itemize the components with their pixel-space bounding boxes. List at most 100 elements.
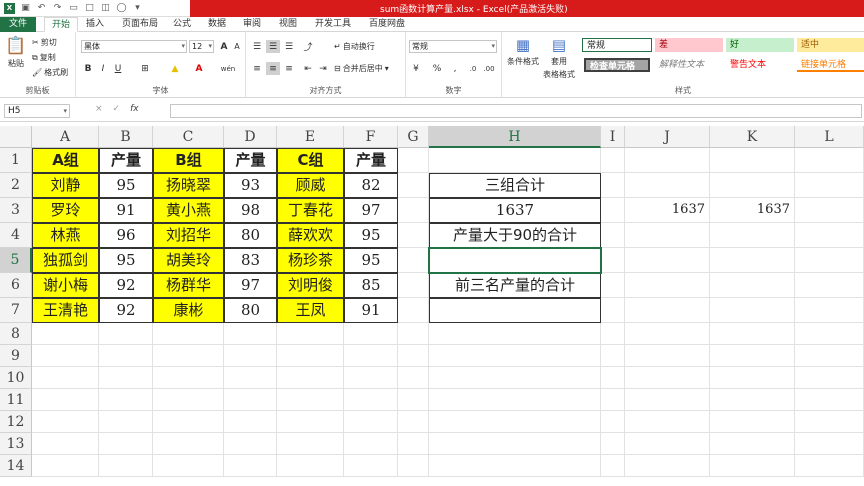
cell-h11[interactable]	[429, 389, 601, 411]
enter-icon[interactable]: ✓	[113, 104, 121, 114]
cell-e11[interactable]	[277, 389, 344, 411]
cell-k1[interactable]	[710, 148, 795, 173]
cell-g3[interactable]	[398, 198, 429, 223]
cell-d2[interactable]: 93	[224, 173, 277, 198]
cell-h1[interactable]	[429, 148, 601, 173]
cell-i3[interactable]	[601, 198, 625, 223]
row-header-3[interactable]: 3	[0, 198, 32, 223]
row-header-12[interactable]: 12	[0, 411, 32, 433]
font-name-select[interactable]: 黑体 ▾	[81, 40, 187, 53]
cell-h4[interactable]: 产量大于90的合计	[429, 223, 601, 248]
cell-g2[interactable]	[398, 173, 429, 198]
tab-home[interactable]: 开始	[44, 17, 78, 32]
column-header-e[interactable]: E	[277, 126, 344, 148]
cell-j4[interactable]	[625, 223, 710, 248]
style-explanatory[interactable]: 解释性文本	[655, 58, 723, 72]
redo-icon[interactable]: ↷	[52, 3, 63, 14]
cell-j13[interactable]	[625, 433, 710, 455]
print-preview-icon[interactable]: ◫	[100, 3, 111, 14]
cell-h6[interactable]: 前三名产量的合计	[429, 273, 601, 298]
cell-l11[interactable]	[795, 389, 864, 411]
tab-insert[interactable]: 插入	[82, 17, 108, 32]
cell-c8[interactable]	[153, 323, 224, 345]
cell-h3[interactable]: 1637	[429, 198, 601, 223]
cell-e13[interactable]	[277, 433, 344, 455]
column-header-j[interactable]: J	[625, 126, 710, 148]
cell-j3[interactable]: 1637	[625, 198, 710, 223]
cell-f7[interactable]: 91	[344, 298, 398, 323]
tab-page-layout[interactable]: 页面布局	[117, 17, 163, 32]
cell-f13[interactable]	[344, 433, 398, 455]
cell-c6[interactable]: 杨群华	[153, 273, 224, 298]
style-good[interactable]: 好	[726, 38, 794, 52]
decrease-decimal-icon[interactable]: .00	[482, 62, 496, 75]
cell-b11[interactable]	[99, 389, 153, 411]
cell-c3[interactable]: 黄小燕	[153, 198, 224, 223]
font-size-select[interactable]: 12 ▾	[189, 40, 214, 53]
cell-l8[interactable]	[795, 323, 864, 345]
cell-e5[interactable]: 杨珍茶	[277, 248, 344, 273]
shape-icon[interactable]: ◯	[116, 3, 127, 14]
cell-a9[interactable]	[32, 345, 99, 367]
cell-a14[interactable]	[32, 455, 99, 477]
cell-j1[interactable]	[625, 148, 710, 173]
cell-f4[interactable]: 95	[344, 223, 398, 248]
cell-k13[interactable]	[710, 433, 795, 455]
column-header-k[interactable]: K	[710, 126, 795, 148]
cell-b3[interactable]: 91	[99, 198, 153, 223]
cell-b9[interactable]	[99, 345, 153, 367]
cell-b5[interactable]: 95	[99, 248, 153, 273]
increase-decimal-icon[interactable]: .0	[466, 62, 480, 75]
cell-c10[interactable]	[153, 367, 224, 389]
cell-h8[interactable]	[429, 323, 601, 345]
new-file-icon[interactable]: □	[84, 3, 95, 14]
cell-j14[interactable]	[625, 455, 710, 477]
cell-l12[interactable]	[795, 411, 864, 433]
row-header-2[interactable]: 2	[0, 173, 32, 198]
cell-h10[interactable]	[429, 367, 601, 389]
tab-baidu-netdisk[interactable]: 百度网盘	[364, 17, 410, 32]
cell-e12[interactable]	[277, 411, 344, 433]
cut-button[interactable]: ✂ 剪切	[32, 37, 57, 48]
cell-c5[interactable]: 胡美玲	[153, 248, 224, 273]
align-left-icon[interactable]: ≡	[250, 62, 264, 75]
conditional-format-button[interactable]: ▦ 条件格式	[506, 36, 540, 67]
cell-b14[interactable]	[99, 455, 153, 477]
cell-i13[interactable]	[601, 433, 625, 455]
cell-d3[interactable]: 98	[224, 198, 277, 223]
name-box[interactable]: H5 ▾	[4, 104, 70, 118]
cell-i7[interactable]	[601, 298, 625, 323]
copy-button[interactable]: ⧉ 复制	[32, 52, 56, 63]
column-header-a[interactable]: A	[32, 126, 99, 148]
cell-d1[interactable]: 产量	[224, 148, 277, 173]
cell-h12[interactable]	[429, 411, 601, 433]
align-bottom-icon[interactable]: ☰	[282, 40, 296, 53]
cell-i10[interactable]	[601, 367, 625, 389]
cell-e3[interactable]: 丁春花	[277, 198, 344, 223]
percent-button[interactable]: %	[430, 62, 444, 75]
cell-i12[interactable]	[601, 411, 625, 433]
cell-l14[interactable]	[795, 455, 864, 477]
cell-b2[interactable]: 95	[99, 173, 153, 198]
increase-indent-icon[interactable]: ⇥	[316, 62, 330, 75]
row-header-13[interactable]: 13	[0, 433, 32, 455]
cell-a12[interactable]	[32, 411, 99, 433]
cell-l2[interactable]	[795, 173, 864, 198]
cell-k7[interactable]	[710, 298, 795, 323]
cell-k11[interactable]	[710, 389, 795, 411]
cell-h9[interactable]	[429, 345, 601, 367]
cell-e14[interactable]	[277, 455, 344, 477]
cell-k5[interactable]	[710, 248, 795, 273]
cell-c1[interactable]: B组	[153, 148, 224, 173]
row-header-1[interactable]: 1	[0, 148, 32, 173]
cell-h13[interactable]	[429, 433, 601, 455]
cell-k3[interactable]: 1637	[710, 198, 795, 223]
cell-a6[interactable]: 谢小梅	[32, 273, 99, 298]
cell-l7[interactable]	[795, 298, 864, 323]
style-linked-cell[interactable]: 链接单元格	[797, 58, 864, 72]
cell-j7[interactable]	[625, 298, 710, 323]
cell-c4[interactable]: 刘招华	[153, 223, 224, 248]
align-top-icon[interactable]: ☰	[250, 40, 264, 53]
cell-d9[interactable]	[224, 345, 277, 367]
cancel-icon[interactable]: ×	[95, 104, 103, 114]
